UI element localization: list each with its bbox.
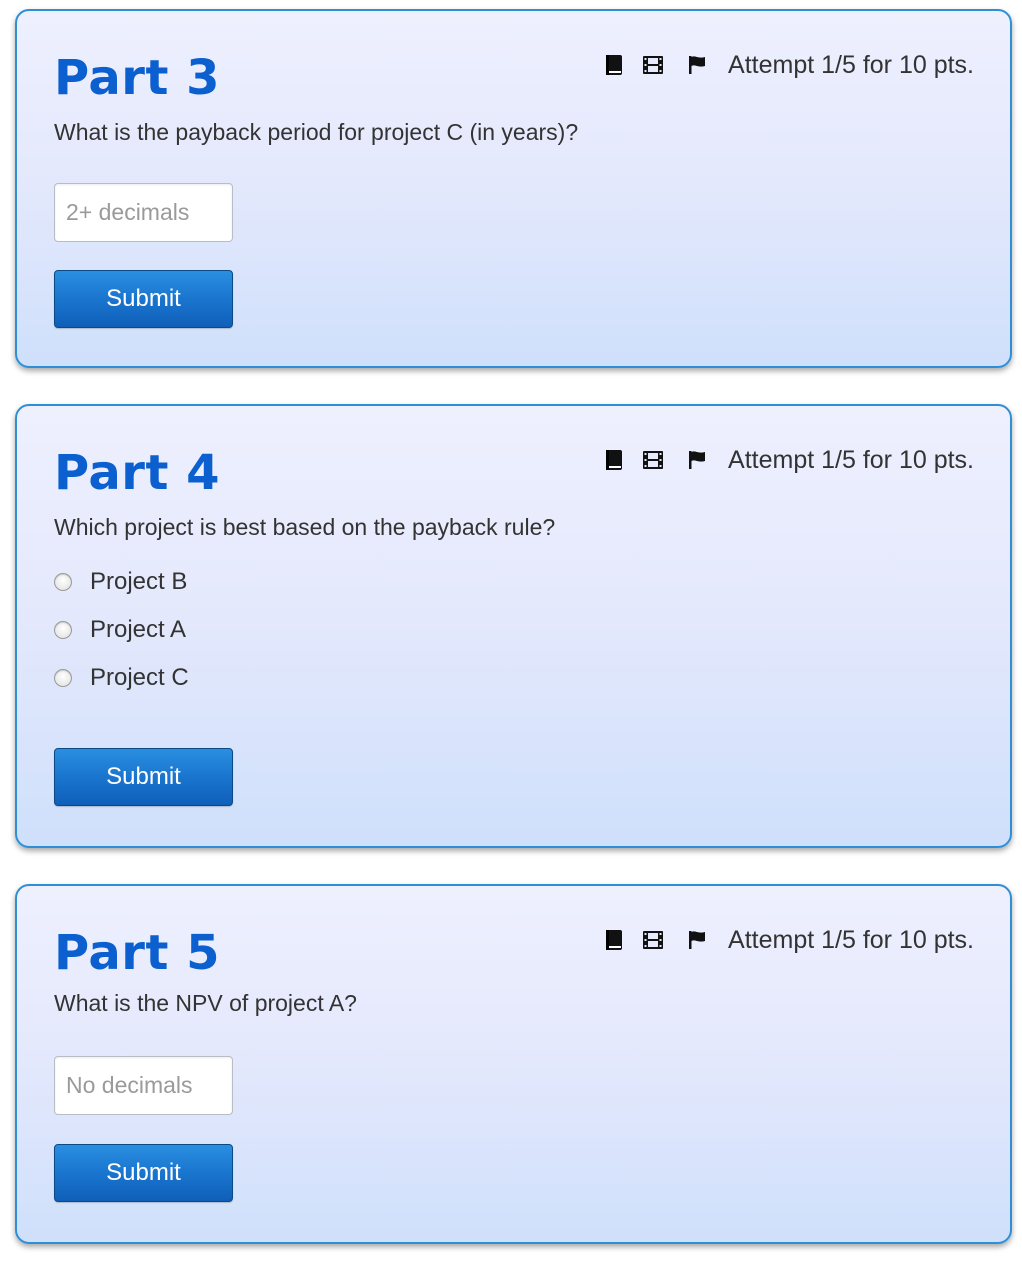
flag-icon[interactable] bbox=[688, 928, 706, 952]
part-title: Part 3 bbox=[54, 50, 221, 106]
answer-input[interactable] bbox=[54, 183, 233, 242]
part-3-card: Part 3 Attempt 1/5 for 10 pts. What is t… bbox=[15, 9, 1012, 368]
book-icon[interactable] bbox=[604, 928, 624, 952]
part-toolbar: Attempt 1/5 for 10 pts. bbox=[604, 49, 974, 81]
film-icon[interactable] bbox=[642, 448, 664, 472]
radio-button[interactable] bbox=[54, 573, 72, 591]
answer-input[interactable] bbox=[54, 1056, 233, 1115]
option-label: Project A bbox=[90, 616, 187, 643]
submit-button[interactable]: Submit bbox=[54, 1144, 233, 1202]
part-title: Part 5 bbox=[54, 925, 221, 981]
attempt-counter: Attempt 1/5 for 10 pts. bbox=[728, 50, 974, 79]
option-project-b[interactable]: Project B bbox=[54, 558, 189, 606]
flag-icon[interactable] bbox=[688, 53, 706, 77]
answer-options: Project B Project A Project C bbox=[54, 558, 189, 702]
option-label: Project C bbox=[90, 664, 189, 691]
question-text: Which project is best based on the payba… bbox=[54, 514, 556, 540]
book-icon[interactable] bbox=[604, 448, 624, 472]
part-toolbar: Attempt 1/5 for 10 pts. bbox=[604, 444, 974, 476]
radio-button[interactable] bbox=[54, 669, 72, 687]
flag-icon[interactable] bbox=[688, 448, 706, 472]
part-5-card: Part 5 Attempt 1/5 for 10 pts. What is t… bbox=[15, 884, 1012, 1244]
attempt-counter: Attempt 1/5 for 10 pts. bbox=[728, 445, 974, 474]
radio-button[interactable] bbox=[54, 621, 72, 639]
part-toolbar: Attempt 1/5 for 10 pts. bbox=[604, 924, 974, 956]
part-4-card: Part 4 Attempt 1/5 for 10 pts. Which pro… bbox=[15, 404, 1012, 848]
submit-button[interactable]: Submit bbox=[54, 270, 233, 328]
option-label: Project B bbox=[90, 568, 188, 595]
option-project-a[interactable]: Project A bbox=[54, 606, 189, 654]
film-icon[interactable] bbox=[642, 928, 664, 952]
option-project-c[interactable]: Project C bbox=[54, 654, 189, 702]
book-icon[interactable] bbox=[604, 53, 624, 77]
question-text: What is the NPV of project A? bbox=[54, 990, 357, 1016]
attempt-counter: Attempt 1/5 for 10 pts. bbox=[728, 925, 974, 954]
part-title: Part 4 bbox=[54, 445, 221, 501]
submit-button[interactable]: Submit bbox=[54, 748, 233, 806]
question-text: What is the payback period for project C… bbox=[54, 119, 579, 145]
film-icon[interactable] bbox=[642, 53, 664, 77]
